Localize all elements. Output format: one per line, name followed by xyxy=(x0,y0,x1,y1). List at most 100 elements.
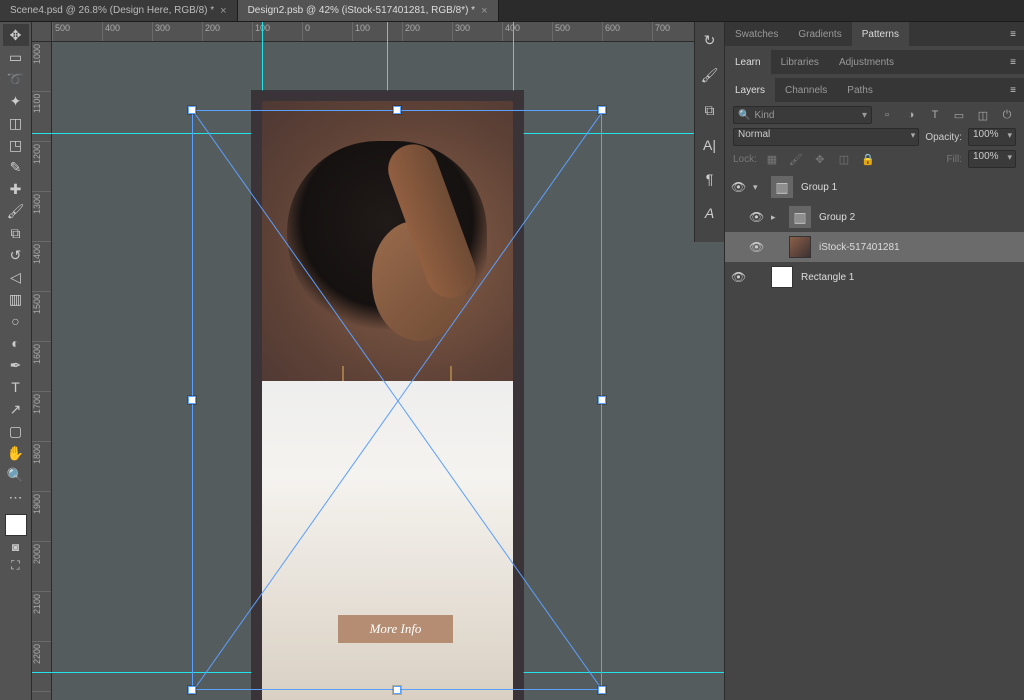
marquee-tool[interactable]: ▭ xyxy=(3,46,29,68)
heal-tool[interactable]: ✚ xyxy=(3,178,29,200)
expand-icon[interactable]: ▸ xyxy=(771,212,781,223)
ruler-vertical[interactable]: 1000 1100 1200 1300 1400 1500 1600 1700 … xyxy=(32,42,52,700)
panelgroup-swatches: Swatches Gradients Patterns ≡ xyxy=(725,22,1024,46)
transform-handle-e[interactable] xyxy=(598,396,606,404)
pen-tool[interactable]: ✒ xyxy=(3,354,29,376)
filter-type-icon[interactable]: T xyxy=(926,106,944,124)
transform-handle-se[interactable] xyxy=(598,686,606,694)
expand-icon[interactable]: ▾ xyxy=(753,182,763,193)
transform-handle-nw[interactable] xyxy=(188,106,196,114)
tab-adjustments[interactable]: Adjustments xyxy=(829,50,904,74)
canvas-area[interactable]: 500 400 300 200 100 0 100 200 300 400 50… xyxy=(32,22,724,700)
eraser-tool[interactable]: ◁ xyxy=(3,266,29,288)
zoom-tool[interactable]: 🔍 xyxy=(3,464,29,486)
crop-tool[interactable]: ◫ xyxy=(3,112,29,134)
visibility-toggle[interactable]: 👁 xyxy=(749,210,763,224)
type-tool[interactable]: T xyxy=(3,376,29,398)
brush-panel-icon[interactable]: 🖌 xyxy=(701,67,719,84)
layer-rectangle1[interactable]: 👁 Rectangle 1 xyxy=(725,262,1024,292)
filter-adjust-icon[interactable]: ◑ xyxy=(902,106,920,124)
panel-menu-icon[interactable]: ≡ xyxy=(1002,78,1024,102)
brush-tool[interactable]: 🖌 xyxy=(3,200,29,222)
lock-all-icon[interactable]: 🔒 xyxy=(859,150,877,168)
filter-toggle-icon[interactable]: ⏻ xyxy=(998,106,1016,124)
lock-pixels-icon[interactable]: ▦ xyxy=(763,150,781,168)
hand-tool[interactable]: ✋ xyxy=(3,442,29,464)
layers-controls: 🔍 Kind ▾ ▫ ◑ T ▭ ◫ ⏻ Normal Opacity: xyxy=(725,102,1024,172)
panelgroup-layers: Layers Channels Paths ≡ xyxy=(725,78,1024,102)
document-tabs: Scene4.psd @ 26.8% (Design Here, RGB/8) … xyxy=(0,0,1024,22)
quickmask-toggle[interactable]: ◙ xyxy=(12,540,19,554)
color-swatch[interactable] xyxy=(5,514,27,536)
lock-paint-icon[interactable]: 🖌 xyxy=(787,150,805,168)
clone-panel-icon[interactable]: ⧉ xyxy=(705,102,715,119)
lock-artboard-icon[interactable]: ◫ xyxy=(835,150,853,168)
search-icon: 🔍 xyxy=(738,110,750,121)
transform-handle-w[interactable] xyxy=(188,396,196,404)
dodge-tool[interactable]: ◐ xyxy=(3,332,29,354)
visibility-toggle[interactable]: 👁 xyxy=(731,180,745,194)
fill-input[interactable]: 100% xyxy=(968,150,1016,168)
lock-position-icon[interactable]: ✥ xyxy=(811,150,829,168)
blur-tool[interactable]: ○ xyxy=(3,310,29,332)
tab-gradients[interactable]: Gradients xyxy=(788,22,851,46)
layer-list: 👁 ▾ ▥ Group 1 👁 ▸ ▥ Group 2 👁 iStock-517… xyxy=(725,172,1024,700)
transform-handle-n[interactable] xyxy=(393,106,401,114)
screenmode-toggle[interactable]: ⛶ xyxy=(11,558,19,573)
para-panel-icon[interactable]: ¶ xyxy=(706,171,714,187)
frame-tool[interactable]: ◳ xyxy=(3,134,29,156)
tab-learn[interactable]: Learn xyxy=(725,50,771,74)
eyedropper-tool[interactable]: ✎ xyxy=(3,156,29,178)
tab-scene4[interactable]: Scene4.psd @ 26.8% (Design Here, RGB/8) … xyxy=(0,0,238,21)
folder-icon: ▥ xyxy=(789,206,811,228)
history-icon[interactable]: ↻ xyxy=(704,32,716,49)
edit-toolbar[interactable]: ⋯ xyxy=(3,486,29,508)
collapsed-panel-dock: ↻ 🖌 ⧉ A| ¶ A xyxy=(694,22,724,242)
filter-image-icon[interactable]: ▫ xyxy=(878,106,896,124)
transform-diagonals xyxy=(193,111,603,691)
toolbox: ✥ ▭ ➰ ✦ ◫ ◳ ✎ ✚ 🖌 ⧉ ↺ ◁ ▥ ○ ◐ ✒ T ↗ ▢ ✋ … xyxy=(0,22,32,700)
tab-channels[interactable]: Channels xyxy=(775,78,837,102)
tab-swatches[interactable]: Swatches xyxy=(725,22,788,46)
folder-icon: ▥ xyxy=(771,176,793,198)
close-icon[interactable]: × xyxy=(481,5,487,17)
lasso-tool[interactable]: ➰ xyxy=(3,68,29,90)
visibility-toggle[interactable]: 👁 xyxy=(731,270,745,284)
layer-thumbnail[interactable] xyxy=(789,236,811,258)
filter-shape-icon[interactable]: ▭ xyxy=(950,106,968,124)
layer-thumbnail[interactable] xyxy=(771,266,793,288)
tab-design2[interactable]: Design2.psb @ 42% (iStock-517401281, RGB… xyxy=(238,0,499,21)
layer-group2[interactable]: 👁 ▸ ▥ Group 2 xyxy=(725,202,1024,232)
gradient-tool[interactable]: ▥ xyxy=(3,288,29,310)
shape-tool[interactable]: ▢ xyxy=(3,420,29,442)
move-tool[interactable]: ✥ xyxy=(3,24,29,46)
wand-tool[interactable]: ✦ xyxy=(3,90,29,112)
panel-menu-icon[interactable]: ≡ xyxy=(1002,22,1024,46)
history-brush-tool[interactable]: ↺ xyxy=(3,244,29,266)
visibility-toggle[interactable]: 👁 xyxy=(749,240,763,254)
tab-label: Design2.psb @ 42% (iStock-517401281, RGB… xyxy=(248,5,476,16)
tab-libraries[interactable]: Libraries xyxy=(771,50,829,74)
blend-mode-select[interactable]: Normal xyxy=(733,128,919,146)
transform-bounds[interactable] xyxy=(192,110,602,690)
path-tool[interactable]: ↗ xyxy=(3,398,29,420)
layer-group1[interactable]: 👁 ▾ ▥ Group 1 xyxy=(725,172,1024,202)
filter-smart-icon[interactable]: ◫ xyxy=(974,106,992,124)
tab-paths[interactable]: Paths xyxy=(837,78,883,102)
lock-label: Lock: xyxy=(733,154,757,165)
transform-handle-ne[interactable] xyxy=(598,106,606,114)
layer-istock[interactable]: 👁 iStock-517401281 xyxy=(725,232,1024,262)
glyph-panel-icon[interactable]: A xyxy=(705,205,714,221)
tab-patterns[interactable]: Patterns xyxy=(852,22,909,46)
ruler-horizontal[interactable]: 500 400 300 200 100 0 100 200 300 400 50… xyxy=(52,22,724,42)
panel-menu-icon[interactable]: ≡ xyxy=(1002,50,1024,74)
stamp-tool[interactable]: ⧉ xyxy=(3,222,29,244)
close-icon[interactable]: × xyxy=(220,5,226,17)
tab-layers[interactable]: Layers xyxy=(725,78,775,102)
layer-filter-kind[interactable]: 🔍 Kind ▾ xyxy=(733,106,872,124)
transform-handle-s[interactable] xyxy=(393,686,401,694)
char-panel-icon[interactable]: A| xyxy=(703,137,716,153)
transform-handle-sw[interactable] xyxy=(188,686,196,694)
ruler-origin[interactable] xyxy=(32,22,52,42)
opacity-input[interactable]: 100% xyxy=(968,128,1016,146)
